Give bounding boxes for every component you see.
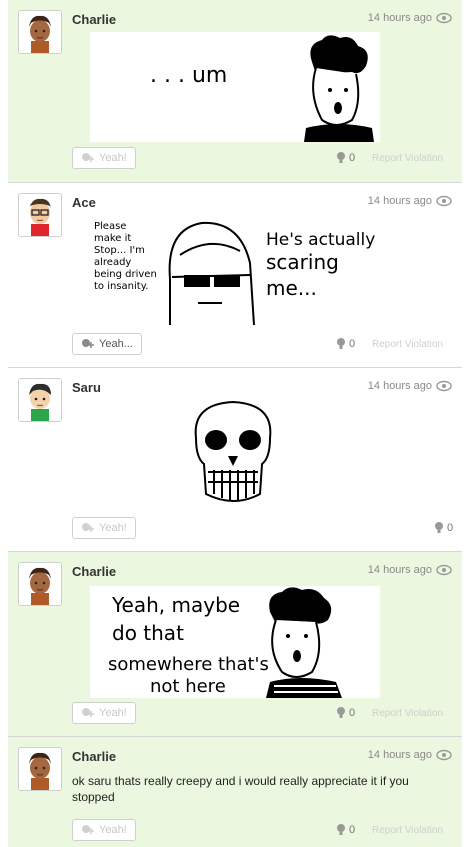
- yeah-count: 0: [336, 824, 355, 836]
- yeah-label: Yeah!: [99, 824, 127, 836]
- drawing-right-line: me...: [266, 276, 317, 300]
- timestamp: 14 hours ago: [368, 380, 452, 392]
- mii-charlie-icon: [29, 567, 51, 605]
- timestamp-text: 14 hours ago: [367, 380, 432, 392]
- skull-icon: [194, 400, 272, 502]
- drawing-line: Yeah, maybe: [111, 593, 240, 617]
- yeah-label: Yeah!: [99, 707, 127, 719]
- mii-saru-icon: [29, 383, 51, 421]
- drawing-left-line: Please: [94, 221, 126, 232]
- yeah-count: 0: [336, 338, 355, 350]
- yeah-count: 0: [336, 152, 355, 164]
- mii-ace-icon: [29, 198, 51, 236]
- comment-post: Charlie 14 hours ago ok saru thats reall…: [8, 737, 462, 847]
- drawing-text: . . . um: [150, 63, 227, 88]
- yeah-button[interactable]: Yeah!: [72, 147, 136, 169]
- timestamp-text: 14 hours ago: [367, 564, 432, 576]
- yeah-count-icon: [337, 707, 345, 718]
- spoiler-eye-icon: [436, 564, 452, 576]
- timestamp: 14 hours ago: [368, 195, 452, 207]
- drawing-line: not here: [150, 676, 226, 697]
- drawing-left-line: already: [94, 257, 131, 268]
- author-name[interactable]: Charlie: [72, 12, 116, 27]
- timestamp: 14 hours ago: [368, 749, 452, 761]
- yeah-button[interactable]: Yeah!: [72, 819, 136, 841]
- drawing-line: do that: [112, 621, 184, 645]
- spoiler-eye-icon: [436, 195, 452, 207]
- timestamp: 14 hours ago: [368, 564, 452, 576]
- mii-charlie-icon: [29, 15, 51, 53]
- author-name[interactable]: Ace: [72, 195, 96, 210]
- author-name[interactable]: Charlie: [72, 749, 116, 764]
- drawing-left-line: to insanity.: [94, 281, 148, 292]
- timestamp-text: 14 hours ago: [367, 12, 432, 24]
- comment-post: Charlie 14 hours ago Yeah, maybe do that…: [8, 552, 462, 737]
- yeah-label: Yeah!: [99, 152, 127, 164]
- drawing-right-line: He's actually: [266, 230, 375, 250]
- avatar[interactable]: [18, 562, 62, 606]
- avatar[interactable]: [18, 10, 62, 54]
- drawing-right-line: scaring: [266, 250, 339, 274]
- handwritten-drawing: Yeah, maybe do that somewhere that's not…: [90, 586, 380, 698]
- avatar[interactable]: [18, 193, 62, 237]
- yeah-button[interactable]: Yeah...: [72, 333, 142, 355]
- yeah-label: Yeah!: [99, 522, 127, 534]
- skull-drawing: [178, 398, 288, 508]
- report-violation-link[interactable]: Report Violation: [372, 708, 443, 719]
- avatar[interactable]: [18, 747, 62, 791]
- timestamp-text: 14 hours ago: [367, 749, 432, 761]
- yeah-add-icon: [82, 153, 94, 162]
- handwritten-drawing: . . . um: [90, 32, 380, 142]
- yeah-add-icon: [82, 339, 94, 348]
- yeah-count: 0: [336, 707, 355, 719]
- timestamp: 14 hours ago: [368, 12, 452, 24]
- yeah-button[interactable]: Yeah!: [72, 517, 136, 539]
- yeah-count-value: 0: [349, 338, 356, 350]
- yeah-count-value: 0: [349, 152, 356, 164]
- yeah-add-icon: [82, 523, 94, 532]
- drawing-line: somewhere that's: [108, 654, 269, 675]
- drawing-left-line: make it: [94, 233, 131, 244]
- report-violation-link[interactable]: Report Violation: [372, 825, 443, 836]
- yeah-count-value: 0: [447, 522, 454, 534]
- yeah-count-value: 0: [349, 707, 356, 719]
- timestamp-text: 14 hours ago: [367, 195, 432, 207]
- author-name[interactable]: Charlie: [72, 564, 116, 579]
- yeah-count: 0: [434, 522, 453, 534]
- comment-post: Saru 14 hours ago Yeah! 0: [8, 368, 462, 552]
- yeah-count-icon: [337, 338, 345, 349]
- yeah-add-icon: [82, 708, 94, 717]
- yeah-button[interactable]: Yeah!: [72, 702, 136, 724]
- report-violation-link[interactable]: Report Violation: [372, 153, 443, 164]
- avatar[interactable]: [18, 378, 62, 422]
- comment-post: Ace 14 hours ago Please make it Stop... …: [8, 183, 462, 368]
- drawing-left-line: Stop... I'm: [94, 245, 145, 256]
- spoiler-eye-icon: [436, 749, 452, 761]
- yeah-count-value: 0: [349, 824, 356, 836]
- mii-charlie-icon: [29, 752, 51, 790]
- yeah-add-icon: [82, 825, 94, 834]
- handwritten-drawing: Please make it Stop... I'm already being…: [90, 215, 390, 327]
- yeah-count-icon: [337, 824, 345, 835]
- comment-body: ok saru thats really creepy and i would …: [72, 774, 409, 804]
- spoiler-eye-icon: [436, 380, 452, 392]
- report-violation-link[interactable]: Report Violation: [372, 339, 443, 350]
- yeah-count-icon: [337, 152, 345, 163]
- yeah-count-icon: [435, 522, 443, 533]
- comment-post: Charlie 14 hours ago . . . um Yeah! 0 Re…: [8, 0, 462, 183]
- spoiler-eye-icon: [436, 12, 452, 24]
- drawing-left-line: being driven: [94, 269, 157, 280]
- comment-list: Charlie 14 hours ago . . . um Yeah! 0 Re…: [8, 0, 462, 847]
- author-name[interactable]: Saru: [72, 380, 101, 395]
- yeah-label: Yeah...: [99, 338, 133, 350]
